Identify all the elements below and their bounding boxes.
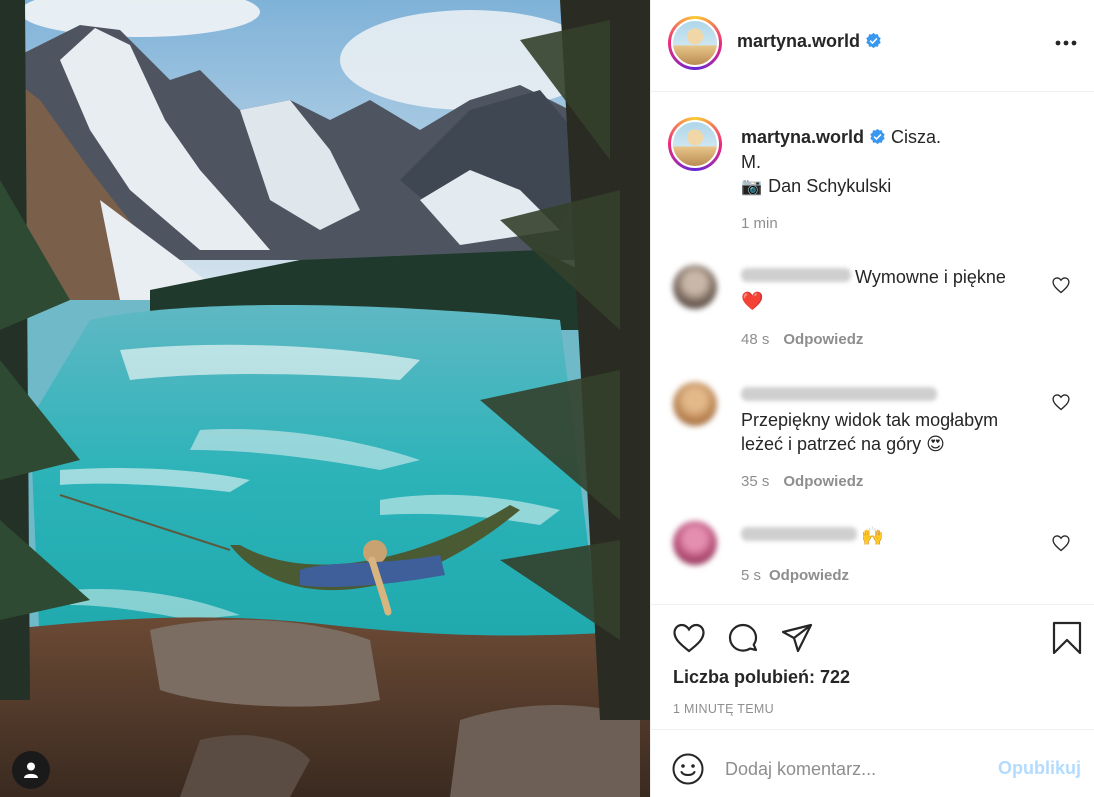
likes-count[interactable]: Liczba polubień: 722 [673, 667, 850, 688]
post-actions: Liczba polubień: 722 1 MINUTĘ TEMU [651, 604, 1094, 728]
reply-button[interactable]: Odpowiedz [783, 473, 863, 490]
post-photo[interactable] [0, 0, 650, 797]
caption-line-1: Cisza. [891, 127, 942, 147]
mountain-lake-photo [0, 0, 650, 797]
post-header: martyna.world [651, 0, 1094, 92]
caption-text: martyna.world Cisza. M. 📷 Dan Schykulski [741, 125, 1071, 200]
comment-like-icon[interactable] [1051, 275, 1071, 295]
comment-like-icon[interactable] [1051, 533, 1071, 553]
comment-body: Przepiękny widok tak mogłabym leżeć i pa… [741, 410, 999, 454]
comment-meta: 5 s Odpowiedz [741, 567, 849, 584]
comment-time[interactable]: 35 s [741, 473, 769, 490]
comment-meta: 48 s Odpowiedz [741, 331, 863, 348]
verified-badge-icon [870, 128, 885, 145]
blurred-commenter-username[interactable] [741, 268, 851, 282]
caption-line-3: 📷 Dan Schykulski [741, 174, 1071, 200]
comment-meta: 35 s Odpowiedz [741, 473, 863, 490]
camera-emoji-icon: 📷 [741, 177, 763, 196]
tagged-users-button[interactable] [12, 751, 50, 789]
comment-emoji: 😍 [926, 434, 945, 454]
comment-time[interactable]: 48 s [741, 331, 769, 348]
comment-like-icon[interactable] [1051, 392, 1071, 412]
user-icon [24, 762, 38, 778]
commenter-avatar[interactable] [673, 521, 717, 565]
like-heart-icon[interactable] [671, 620, 707, 656]
author-avatar[interactable] [668, 16, 722, 70]
comment-text: 🙌 [741, 524, 1041, 548]
share-send-icon[interactable] [779, 620, 815, 656]
author-username[interactable]: martyna.world [737, 31, 860, 51]
comment-time[interactable]: 5 s [741, 567, 761, 584]
add-comment-bar: Opublikuj [651, 729, 1094, 797]
comment-input[interactable] [725, 752, 985, 786]
more-options-icon[interactable] [1051, 30, 1081, 56]
post-side-panel: martyna.world martyna.world Cisza. M. 📷 D… [650, 0, 1094, 797]
comment-emoji: ❤️ [741, 291, 764, 311]
caption-author-username[interactable]: martyna.world [741, 127, 864, 147]
save-bookmark-icon[interactable] [1049, 620, 1085, 656]
comment-emoji: 🙌 [861, 526, 884, 546]
post-timestamp[interactable]: 1 MINUTĘ TEMU [673, 702, 774, 716]
comment-text: Wymowne i piękne ❤️ [741, 265, 1041, 313]
verified-badge-icon [866, 32, 881, 49]
caption-author-avatar[interactable] [668, 117, 722, 171]
caption-line-2: M. [741, 151, 761, 172]
reply-button[interactable]: Odpowiedz [769, 567, 849, 584]
commenter-avatar[interactable] [673, 382, 717, 426]
comment-body: Wymowne i piękne [855, 267, 1006, 287]
commenter-avatar[interactable] [673, 265, 717, 309]
comment-bubble-icon[interactable] [725, 620, 761, 656]
publish-button[interactable]: Opublikuj [998, 758, 1081, 779]
emoji-smiley-icon[interactable] [671, 752, 705, 786]
reply-button[interactable]: Odpowiedz [783, 331, 863, 348]
comment-text: Przepiękny widok tak mogłabym leżeć i pa… [741, 384, 1041, 456]
author-name-wrap: martyna.world [737, 31, 882, 52]
blurred-commenter-username[interactable] [741, 387, 937, 401]
photographer-credit: Dan Schykulski [768, 176, 892, 196]
caption-timestamp[interactable]: 1 min [741, 215, 778, 232]
blurred-commenter-username[interactable] [741, 527, 857, 541]
